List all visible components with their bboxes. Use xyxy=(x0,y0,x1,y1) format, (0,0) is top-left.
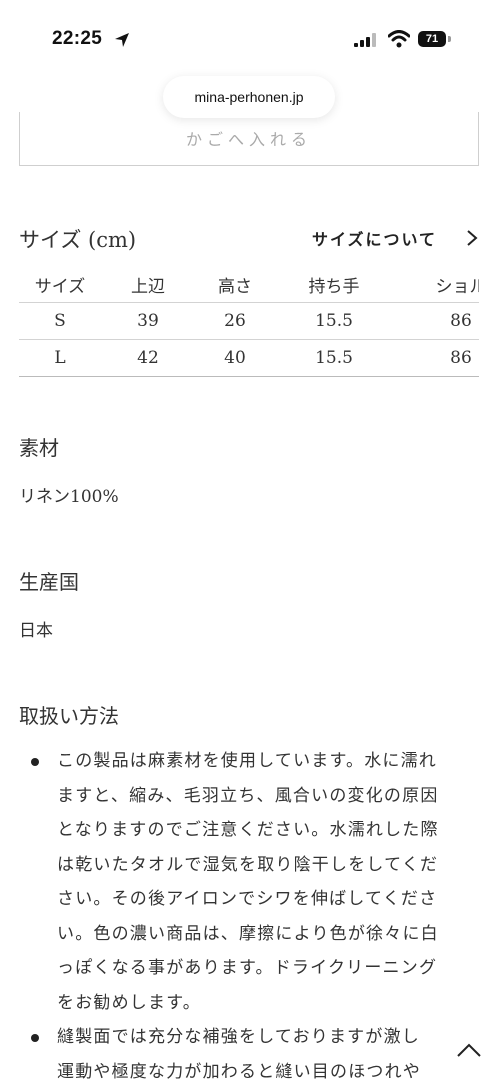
care-text-line: この製品は麻素材を使用しています。水に濡れ xyxy=(57,744,477,779)
chevron-right-icon[interactable] xyxy=(466,229,478,247)
table-row: S 39 26 15.5 86 xyxy=(19,303,479,340)
table-header-cell: 高さ xyxy=(195,266,275,303)
care-text-line: っぽくなる事があります。ドライクリーニング xyxy=(57,951,477,986)
table-cell: 86 xyxy=(393,340,479,377)
table-cell: 26 xyxy=(195,303,275,340)
scroll-to-top-chevron-icon[interactable] xyxy=(455,1040,483,1060)
table-cell: 42 xyxy=(101,340,195,377)
battery-cap xyxy=(448,36,451,42)
material-value: リネン100% xyxy=(19,482,119,507)
battery-icon: 71 xyxy=(418,31,446,47)
table-cell: L xyxy=(19,340,101,377)
table-header-cell: 上辺 xyxy=(101,266,195,303)
table-cell: 40 xyxy=(195,340,275,377)
table-row: L 42 40 15.5 86 xyxy=(19,340,479,377)
material-title: 素材 xyxy=(19,432,59,461)
origin-value: 日本 xyxy=(19,616,53,641)
table-cell: 86 xyxy=(393,303,479,340)
table-header-row: サイズ 上辺 高さ 持ち手 ショル xyxy=(19,266,479,303)
size-guide-link[interactable]: サイズについて xyxy=(312,226,437,250)
care-list: この製品は麻素材を使用しています。水に濡れ ますと、縮み、毛羽立ち、風合いの変化… xyxy=(19,744,479,1089)
table-cell: 39 xyxy=(101,303,195,340)
care-text-line: をお勧めします。 xyxy=(57,986,477,1021)
care-text-line: さい。その後アイロンでシワを伸ばしてくださ xyxy=(57,882,477,917)
care-text-line: は乾いたタオルで湿気を取り陰干しをしてくだ xyxy=(57,848,477,883)
cellular-signal-icon xyxy=(354,33,380,47)
location-arrow-icon xyxy=(114,32,130,48)
care-title: 取扱い方法 xyxy=(19,700,119,729)
list-item: 縫製面では充分な補強をしておりますが激し 運動や極度な力が加わると縫い目のほつれ… xyxy=(19,1020,479,1089)
care-text-line: 運動や極度な力が加わると縫い目のほつれや xyxy=(57,1055,477,1089)
bullet-icon xyxy=(31,758,39,766)
table-cell: S xyxy=(19,303,101,340)
table-cell: 15.5 xyxy=(275,303,393,340)
origin-title: 生産国 xyxy=(19,566,79,595)
table-header-cell: ショル xyxy=(393,266,479,303)
table-header-cell: サイズ xyxy=(19,266,101,303)
add-to-cart-button[interactable]: かごへ入れる xyxy=(19,112,479,166)
size-table: サイズ 上辺 高さ 持ち手 ショル S 39 26 15.5 86 L 42 4… xyxy=(19,266,479,377)
status-bar: 22:25 71 xyxy=(0,0,497,80)
bullet-icon xyxy=(31,1034,39,1042)
status-time: 22:25 xyxy=(52,28,102,50)
care-text-line: ますと、縮み、毛羽立ち、風合いの変化の原因 xyxy=(57,779,477,814)
table-cell: 15.5 xyxy=(275,340,393,377)
size-heading: サイズ (cm) xyxy=(19,224,136,254)
care-text-line: となりますのでご注意ください。水濡れした際 xyxy=(57,813,477,848)
care-text-line: 縫製面では充分な補強をしておりますが激し xyxy=(57,1020,477,1055)
care-text-line: い。色の濃い商品は、摩擦により色が徐々に白 xyxy=(57,917,477,952)
wifi-icon xyxy=(388,30,410,48)
table-header-cell: 持ち手 xyxy=(275,266,393,303)
list-item: この製品は麻素材を使用しています。水に濡れ ますと、縮み、毛羽立ち、風合いの変化… xyxy=(19,744,479,1020)
